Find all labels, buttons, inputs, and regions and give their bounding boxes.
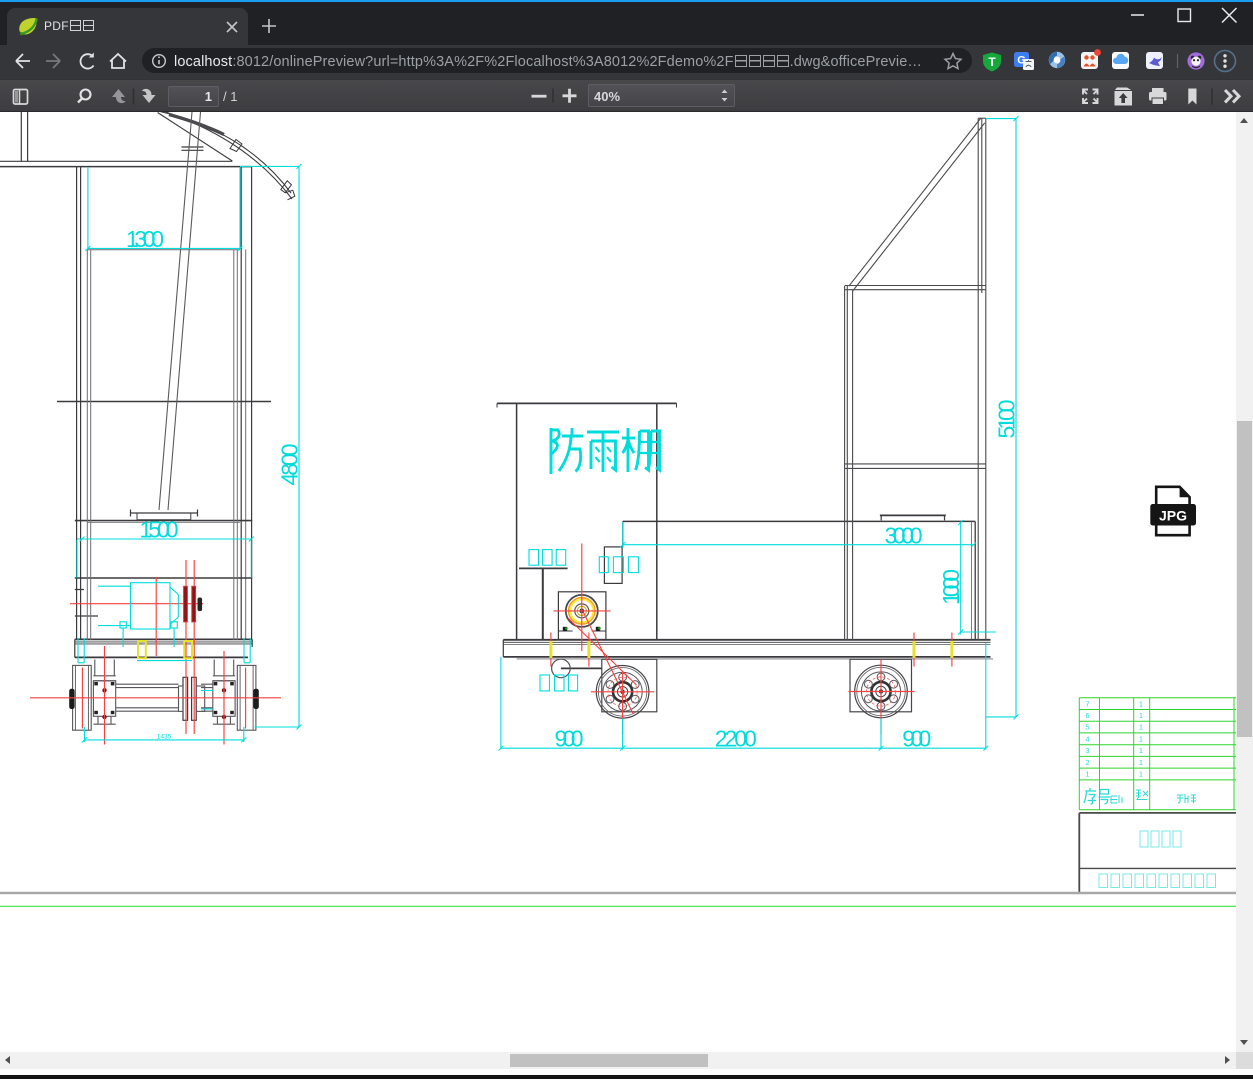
svg-text:T: T — [988, 55, 996, 69]
svg-text:1: 1 — [1139, 746, 1143, 755]
svg-text:1: 1 — [1139, 723, 1143, 732]
svg-text:3: 3 — [1085, 746, 1089, 755]
svg-text:1435: 1435 — [157, 734, 172, 741]
svg-text:1000: 1000 — [938, 569, 964, 605]
svg-text:900: 900 — [902, 726, 931, 752]
svg-text:JPG: JPG — [1159, 508, 1187, 524]
svg-text:1: 1 — [1139, 711, 1143, 720]
svg-text:7: 7 — [1085, 699, 1089, 708]
svg-text:3000: 3000 — [885, 522, 923, 548]
svg-text:1: 1 — [1139, 770, 1143, 779]
svg-text:5100: 5100 — [994, 400, 1020, 439]
svg-text:1: 1 — [1139, 735, 1143, 744]
svg-text:900: 900 — [555, 726, 584, 752]
svg-text:2200: 2200 — [715, 726, 757, 752]
svg-text:1300: 1300 — [126, 226, 164, 252]
svg-text:2: 2 — [1085, 758, 1089, 767]
svg-text:1: 1 — [1139, 758, 1143, 767]
svg-text:4800: 4800 — [277, 444, 303, 486]
svg-text:1: 1 — [1085, 770, 1089, 779]
svg-text:4: 4 — [1085, 735, 1089, 744]
svg-text:1500: 1500 — [140, 517, 179, 543]
svg-text:5: 5 — [1085, 723, 1089, 732]
svg-text:1: 1 — [1139, 699, 1143, 708]
svg-text:6: 6 — [1085, 711, 1089, 720]
